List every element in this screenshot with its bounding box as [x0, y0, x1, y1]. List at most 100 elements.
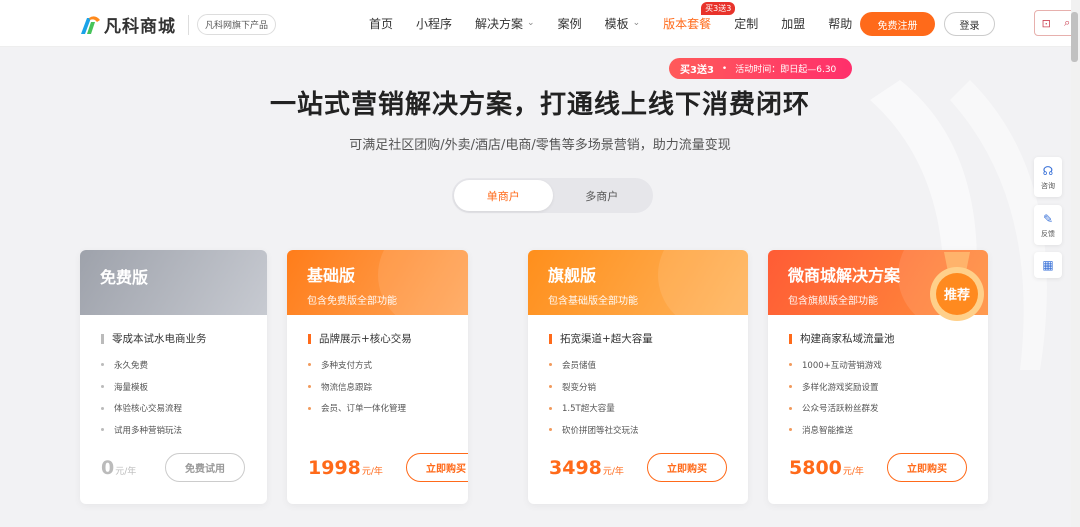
nav-home[interactable]: 首页: [369, 15, 393, 32]
plan-body: 零成本试水电商业务 永久免费 海量模板 体验核心交易流程 试用多种营销玩法 0元…: [80, 315, 267, 504]
plan-name: 免费版: [100, 268, 149, 287]
logo-icon: [79, 14, 101, 36]
logo-text: 凡科商城: [104, 17, 176, 37]
feature-list: 1000+互动营销游戏 多样化游戏奖励设置 公众号活跃粉丝群发 消息智能推送: [789, 354, 988, 441]
price-unit: 元/年: [842, 467, 864, 477]
plan-main-feature: 构建商家私域流量池: [789, 331, 988, 346]
recommend-medal-icon: 推荐: [930, 252, 984, 321]
buy-now-button[interactable]: 立即购买: [647, 453, 727, 482]
plan-card-flagship: 旗舰版 包含基础版全部功能 拓宽渠道+超大容量 会员储值 裂变分销 1.5T超大…: [528, 250, 748, 504]
plan-main-label: 零成本试水电商业务: [112, 333, 207, 345]
list-item: 物流信息跟踪: [308, 376, 468, 398]
buy-now-button[interactable]: 立即购买: [887, 453, 967, 482]
chevron-down-icon: ⌄: [527, 17, 535, 28]
nav-cases-label: 案例: [557, 17, 582, 31]
feature-list: 永久免费 海量模板 体验核心交易流程 试用多种营销玩法: [101, 354, 267, 441]
free-trial-button[interactable]: 免费试用: [165, 453, 245, 482]
price-unit: 元/年: [361, 467, 383, 477]
promo-banner[interactable]: 买3送3 • 活动时间：即日起—6.30: [669, 58, 852, 79]
list-item: 试用多种营销玩法: [101, 419, 267, 441]
nav-franchise[interactable]: 加盟: [781, 15, 805, 32]
price-value: 1998: [308, 457, 361, 479]
plan-description: 包含基础版全部功能: [548, 296, 638, 307]
merchant-type-tabs: 单商户 多商户: [452, 178, 653, 213]
hero-subtitle: 可满足社区团购/外卖/酒店/电商/零售等多场景营销，助力流量变现: [349, 138, 731, 153]
plan-card-basic: 基础版 包含免费版全部功能 品牌展示+核心交易 多种支付方式 物流信息跟踪 会员…: [287, 250, 468, 504]
price-value: 0: [101, 457, 115, 479]
chevron-down-icon: ⌄: [632, 17, 641, 28]
plan-body: 构建商家私域流量池 1000+互动营销游戏 多样化游戏奖励设置 公众号活跃粉丝群…: [768, 315, 988, 504]
nav-cases[interactable]: 案例: [558, 15, 582, 32]
login-button[interactable]: 登录: [944, 12, 995, 36]
logo-divider: [188, 14, 189, 35]
feedback-tool[interactable]: ✎ 反馈: [1034, 205, 1062, 245]
list-item: 多种支付方式: [308, 354, 468, 376]
price-unit: 元/年: [602, 467, 624, 477]
plan-price: 5800 元/年: [789, 457, 864, 479]
plan-header: 免费版: [80, 250, 267, 315]
plan-card-free: 免费版 零成本试水电商业务 永久免费 海量模板 体验核心交易流程 试用多种营销玩…: [80, 250, 267, 504]
plan-main-feature: 零成本试水电商业务: [101, 331, 267, 346]
register-button[interactable]: 免费注册: [860, 12, 935, 36]
nav-pricing[interactable]: 版本套餐 买3送3: [663, 2, 736, 32]
list-item: 海量模板: [101, 376, 267, 398]
plan-price: 1998 元/年: [308, 457, 383, 479]
buy-now-button[interactable]: 立即购买: [406, 453, 468, 482]
qrcode-tool[interactable]: ▦: [1034, 252, 1062, 278]
feature-list: 多种支付方式 物流信息跟踪 会员、订单一体化管理: [308, 354, 468, 419]
list-item: 1000+互动营销游戏: [789, 354, 988, 376]
nav-templates[interactable]: 模板 ⌄: [605, 15, 641, 32]
promo-tag: 买3送3: [701, 2, 736, 15]
nav-miniprogram[interactable]: 小程序: [416, 15, 452, 32]
ai-icon[interactable]: ⊡: [1042, 17, 1051, 30]
nav-help-label: 帮助: [828, 17, 853, 31]
plan-body: 拓宽渠道+超大容量 会员储值 裂变分销 1.5T超大容量 砍价拼团等社交玩法 3…: [528, 315, 748, 504]
nav-franchise-label: 加盟: [781, 17, 806, 31]
plan-main-label: 品牌展示+核心交易: [319, 333, 412, 345]
nav-home-label: 首页: [369, 17, 394, 31]
promo-dot: •: [721, 63, 728, 74]
price-value: 5800: [789, 457, 842, 479]
consult-tool[interactable]: ☊ 咨询: [1034, 157, 1062, 197]
plan-price: 3498 元/年: [549, 457, 624, 479]
tab-multi-merchant[interactable]: 多商户: [553, 180, 652, 211]
page-scrollbar[interactable]: [1071, 0, 1080, 527]
plan-description: 包含免费版全部功能: [307, 296, 397, 307]
list-item: 体验核心交易流程: [101, 397, 267, 419]
price-value: 3498: [549, 457, 602, 479]
plan-price: 0 元/年: [101, 457, 136, 479]
plan-header: 基础版 包含免费版全部功能: [287, 250, 468, 315]
qrcode-icon: ▦: [1042, 258, 1054, 272]
nav-solutions-label: 解决方案: [475, 17, 524, 31]
feedback-label: 反馈: [1041, 229, 1055, 238]
plan-main-feature: 品牌展示+核心交易: [308, 331, 468, 346]
nav-custom[interactable]: 定制: [734, 15, 758, 32]
list-item: 1.5T超大容量: [549, 397, 748, 419]
scrollbar-thumb[interactable]: [1071, 12, 1078, 62]
list-item: 公众号活跃粉丝群发: [789, 397, 988, 419]
list-item: 砍价拼团等社交玩法: [549, 419, 748, 441]
tab-single-merchant[interactable]: 单商户: [454, 180, 553, 211]
feature-list: 会员储值 裂变分销 1.5T超大容量 砍价拼团等社交玩法: [549, 354, 748, 441]
brand-logo[interactable]: 凡科商城 凡科网旗下产品: [79, 12, 277, 37]
promo-bold: 买3送3: [680, 65, 714, 76]
list-item: 消息智能推送: [789, 419, 988, 441]
nav-templates-label: 模板: [604, 17, 629, 31]
price-unit: 元/年: [115, 467, 137, 477]
search-icon[interactable]: ⌕: [1064, 16, 1070, 30]
list-item: 会员储值: [549, 354, 748, 376]
list-item: 多样化游戏奖励设置: [789, 376, 988, 398]
plan-main-feature: 拓宽渠道+超大容量: [549, 331, 748, 346]
nav-help[interactable]: 帮助: [828, 15, 852, 32]
nav-pricing-label: 版本套餐: [663, 17, 712, 31]
nav-custom-label: 定制: [734, 17, 759, 31]
plan-header: 旗舰版 包含基础版全部功能: [528, 250, 748, 315]
promo-text: 活动时间：即日起—6.30: [735, 65, 837, 75]
list-item: 会员、订单一体化管理: [308, 397, 468, 419]
list-item: 裂变分销: [549, 376, 748, 398]
list-item: 永久免费: [101, 354, 267, 376]
nav-miniprogram-label: 小程序: [416, 17, 453, 31]
plan-main-label: 构建商家私域流量池: [800, 333, 895, 345]
nav-solutions[interactable]: 解决方案 ⌄: [475, 15, 535, 32]
plan-body: 品牌展示+核心交易 多种支付方式 物流信息跟踪 会员、订单一体化管理 1998 元…: [287, 315, 468, 504]
